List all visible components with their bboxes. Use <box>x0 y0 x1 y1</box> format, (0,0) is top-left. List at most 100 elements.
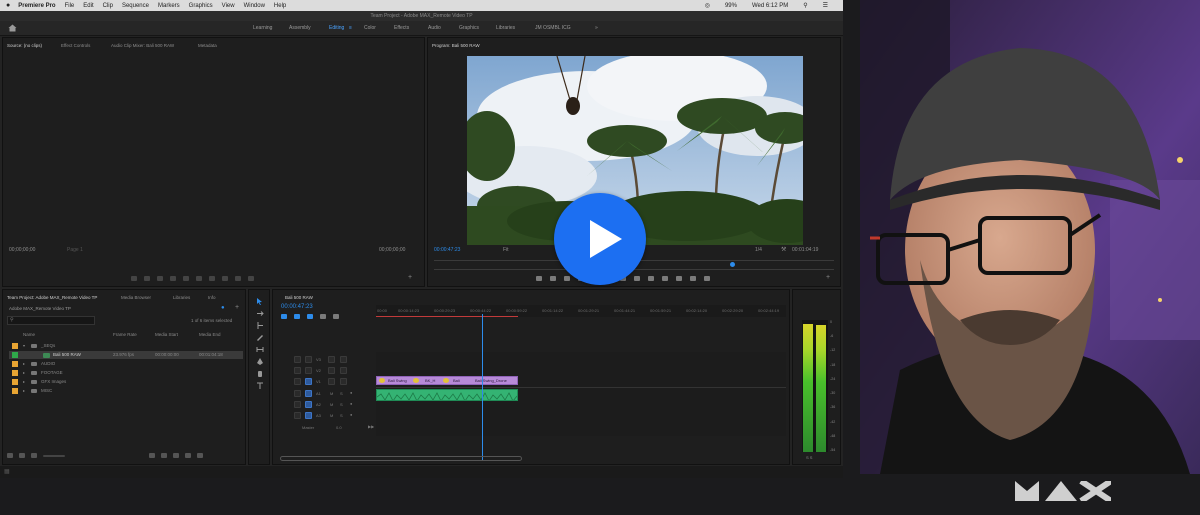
workspace-overflow-icon[interactable]: » <box>595 25 598 31</box>
eye-icon[interactable] <box>340 378 347 385</box>
sync-lock-icon[interactable] <box>328 356 335 363</box>
add-marker-icon[interactable] <box>320 314 326 319</box>
workspace-effects[interactable]: Effects <box>394 25 409 31</box>
column-media-end[interactable]: Media End <box>199 332 221 337</box>
track-label-a2[interactable]: A2 <box>316 402 321 407</box>
track-label-a3[interactable]: A3 <box>316 413 321 418</box>
timeline-ruler[interactable]: 00:00 00:00:14:23 00:00:29:23 00:00:44:2… <box>376 305 786 317</box>
column-media-start[interactable]: Media Start <box>155 332 178 337</box>
menu-window[interactable]: Window <box>244 3 265 9</box>
project-row-footage[interactable]: ▸ FOOTAGE <box>9 369 243 377</box>
source-play-icon[interactable] <box>183 276 189 281</box>
workspace-graphics[interactable]: Graphics <box>459 25 479 31</box>
status-icon[interactable]: ▦ <box>4 468 10 475</box>
tab-team-project[interactable]: Team Project: Adobe MAX_Remote Video TP <box>7 295 97 300</box>
sync-lock-icon[interactable] <box>328 367 335 374</box>
lock-icon[interactable] <box>294 401 301 408</box>
track-select-tool-icon[interactable] <box>256 310 264 317</box>
type-tool-icon[interactable] <box>256 382 264 389</box>
hand-tool-icon[interactable] <box>256 370 264 377</box>
wrench-icon[interactable]: ⚒ <box>781 246 786 253</box>
timeline-settings-icon[interactable] <box>333 314 339 319</box>
track-label-v3[interactable]: V3 <box>316 357 321 362</box>
master-volume[interactable]: 0.0 <box>336 425 342 430</box>
project-row-seqs[interactable]: ▾ _SEQs <box>9 342 243 350</box>
source-add-button-icon[interactable]: + <box>408 274 412 281</box>
mute-button[interactable]: M <box>330 391 333 396</box>
disclosure-open-icon[interactable]: ▾ <box>23 343 25 348</box>
microphone-icon[interactable]: ● <box>350 401 352 406</box>
disclosure-closed-icon[interactable]: ▸ <box>23 370 25 375</box>
microphone-icon[interactable]: ● <box>350 390 352 395</box>
source-fit-dropdown[interactable]: Page 1 <box>67 247 83 253</box>
menu-sequence[interactable]: Sequence <box>122 3 149 9</box>
menu-edit[interactable]: Edit <box>83 3 93 9</box>
mark-out-icon[interactable] <box>144 276 150 281</box>
program-add-button-icon[interactable]: + <box>826 274 830 281</box>
timeline-timecode[interactable]: 00:00:47:23 <box>281 304 313 310</box>
pen-tool-icon[interactable] <box>256 358 264 365</box>
workspace-learning[interactable]: Learning <box>253 25 272 31</box>
insert-sequences-icon[interactable] <box>281 314 287 319</box>
disclosure-closed-icon[interactable]: ▸ <box>23 388 25 393</box>
lock-icon[interactable] <box>294 412 301 419</box>
tab-libraries[interactable]: Libraries <box>173 295 190 300</box>
add-marker-icon[interactable] <box>536 276 542 281</box>
spotlight-icon[interactable]: ⚲ <box>803 2 807 9</box>
meter-solo-buttons[interactable]: S S <box>806 455 812 460</box>
workspace-assembly[interactable]: Assembly <box>289 25 311 31</box>
solo-button[interactable]: S <box>340 402 343 407</box>
track-label-a1[interactable]: A1 <box>316 391 321 396</box>
source-patch[interactable] <box>305 356 312 363</box>
new-item-icon[interactable] <box>185 453 191 458</box>
program-quality-dropdown[interactable]: 1/4 <box>755 247 762 253</box>
list-view-icon[interactable] <box>7 453 13 458</box>
go-to-out-icon[interactable] <box>209 276 215 281</box>
column-frame-rate[interactable]: Frame Rate <box>113 332 137 337</box>
source-timecode-in[interactable]: 00;00;00;00 <box>9 247 35 253</box>
program-timecode[interactable]: 00:00:47:23 <box>434 247 460 253</box>
tab-info[interactable]: Info <box>208 295 216 300</box>
go-to-end-icon[interactable]: ▶▶ <box>368 424 374 429</box>
go-to-in-icon[interactable] <box>157 276 163 281</box>
step-back-icon[interactable] <box>170 276 176 281</box>
linked-selection-icon[interactable] <box>307 314 313 319</box>
timeline-playhead[interactable] <box>482 314 484 460</box>
project-add-icon[interactable]: + <box>235 304 239 311</box>
comparison-view-icon[interactable] <box>690 276 696 281</box>
slip-tool-icon[interactable] <box>256 346 264 353</box>
go-to-out-icon[interactable] <box>634 276 640 281</box>
mark-out-icon[interactable] <box>564 276 570 281</box>
selection-tool-icon[interactable] <box>256 298 264 305</box>
mute-button[interactable]: M <box>330 413 333 418</box>
source-patch[interactable] <box>305 401 312 408</box>
mute-button[interactable]: M <box>330 402 333 407</box>
source-patch[interactable] <box>305 367 312 374</box>
tab-audio-clip-mixer[interactable]: Audio Clip Mixer: Bali 500 RAW <box>111 43 174 48</box>
sync-lock-icon[interactable] <box>328 378 335 385</box>
source-patch[interactable] <box>305 412 312 419</box>
freeform-view-icon[interactable] <box>31 453 37 458</box>
icon-view-icon[interactable] <box>19 453 25 458</box>
play-button[interactable] <box>554 193 646 285</box>
export-frame-icon[interactable] <box>248 276 254 281</box>
workspace-menu-icon[interactable]: ≡ <box>349 25 352 31</box>
tab-media-browser[interactable]: Media Browser <box>121 295 151 300</box>
track-label-v2[interactable]: V2 <box>316 368 321 373</box>
zoom-slider[interactable] <box>43 455 65 457</box>
tab-source[interactable]: Source: (no clips) <box>7 43 42 48</box>
project-search-input[interactable]: ⚲ <box>7 316 95 325</box>
mark-in-icon[interactable] <box>550 276 556 281</box>
eye-icon[interactable] <box>340 356 347 363</box>
project-row-gfx[interactable]: ▸ GFX Images <box>9 378 243 386</box>
wifi-icon[interactable]: ◎ <box>705 2 710 9</box>
apple-icon[interactable]: ● <box>6 2 10 9</box>
menu-markers[interactable]: Markers <box>158 3 180 9</box>
mark-in-icon[interactable] <box>131 276 137 281</box>
step-forward-icon[interactable] <box>196 276 202 281</box>
extract-icon[interactable] <box>662 276 668 281</box>
eye-icon[interactable] <box>340 367 347 374</box>
clock[interactable]: Wed 6:12 PM <box>752 3 788 9</box>
tab-program[interactable]: Program: Bali 500 RAW <box>432 43 480 48</box>
menu-graphics[interactable]: Graphics <box>189 3 213 9</box>
